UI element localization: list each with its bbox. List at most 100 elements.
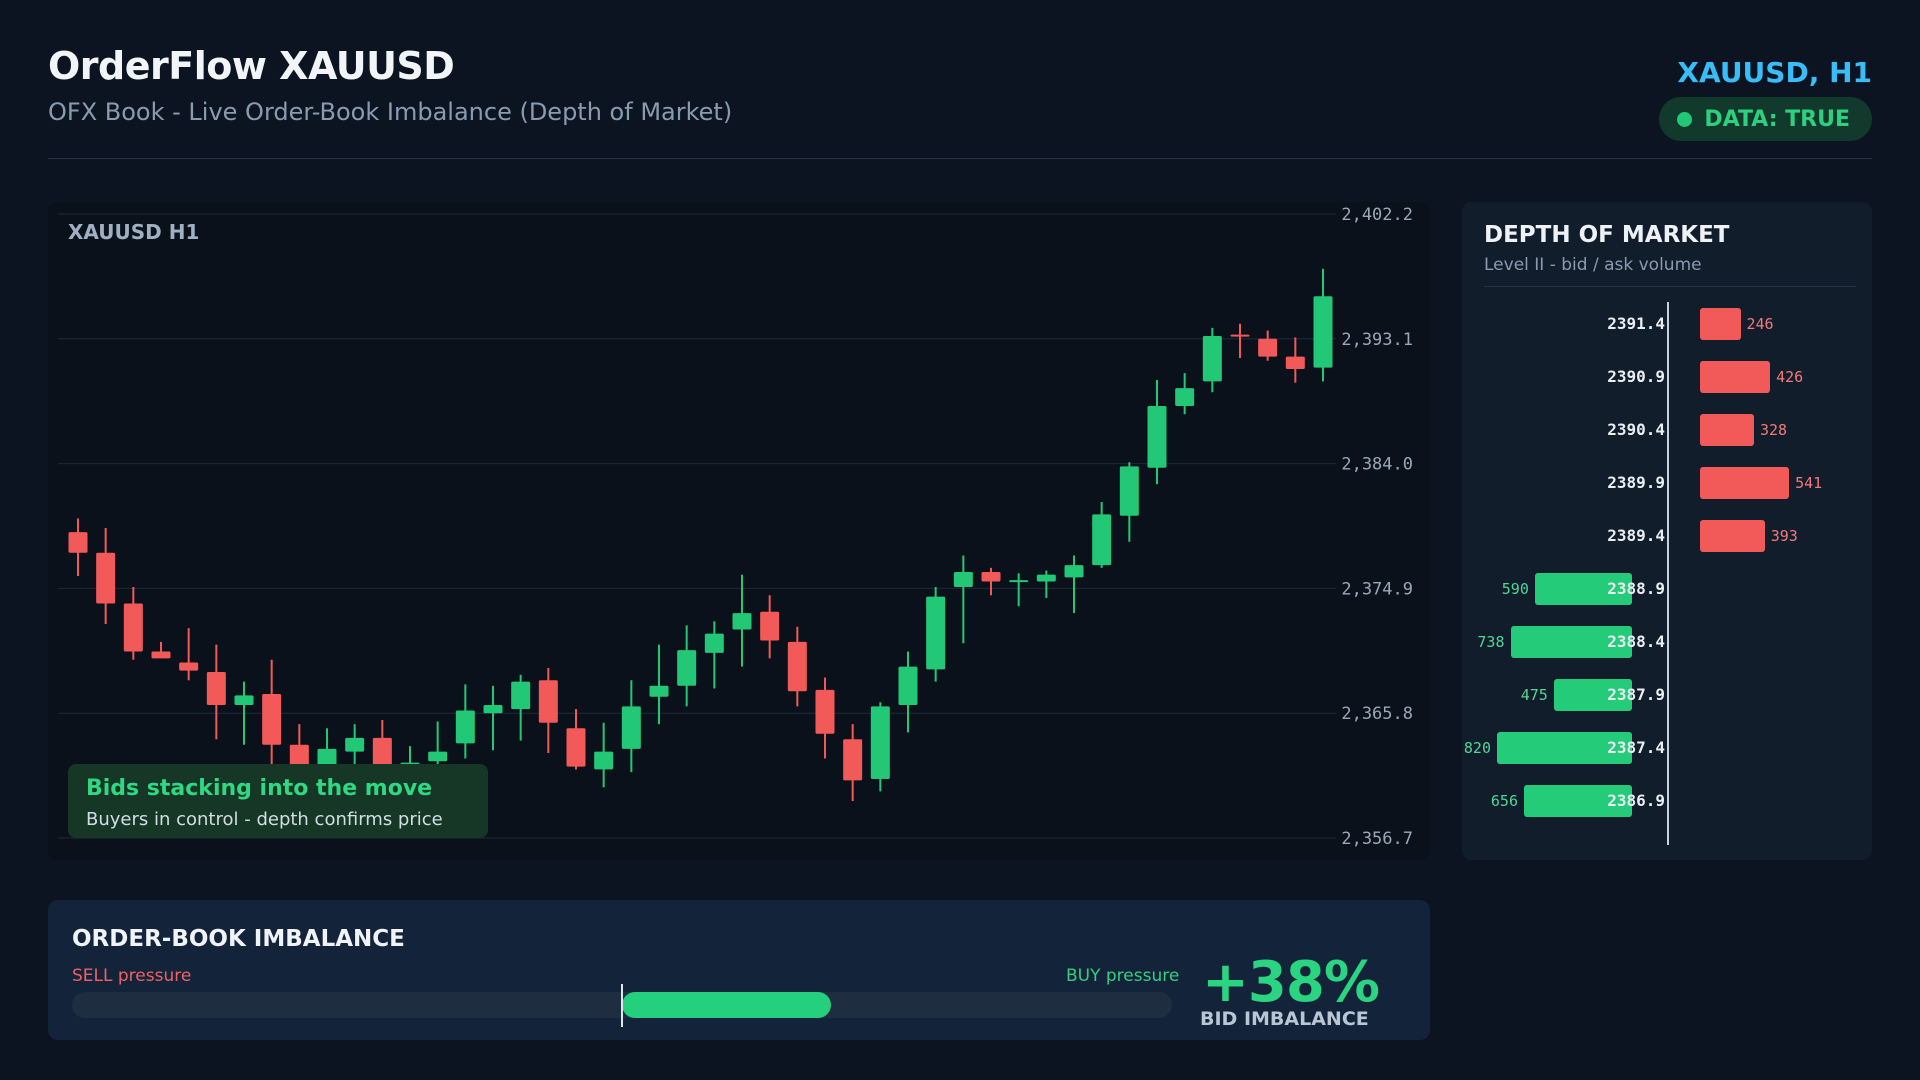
candle[interactable] bbox=[1119, 462, 1139, 542]
price-chart-panel: 2,402.2 2,393.1 2,384.0 2,374.9 2,365.8 2,356… bbox=[48, 202, 1430, 860]
candle[interactable] bbox=[649, 644, 669, 725]
candlestick-chart[interactable]: 2,402.2 2,393.1 2,384.0 2,374.9 2,365.8 2,356… bbox=[48, 202, 1430, 860]
depth-of-market-panel: DEPTH OF MARKET Level II - bid / ask vol… bbox=[1462, 202, 1872, 860]
sell-pressure-label: SELL pressure bbox=[72, 966, 192, 986]
candle[interactable] bbox=[1009, 573, 1029, 607]
candle-body bbox=[1258, 338, 1278, 357]
candle[interactable] bbox=[843, 724, 863, 801]
bid-price: 2386.9 bbox=[1607, 791, 1665, 810]
bid-volume-label: 656 bbox=[1490, 792, 1518, 810]
candle[interactable] bbox=[1202, 327, 1222, 393]
candle[interactable] bbox=[787, 626, 807, 707]
buy-pressure-label: BUY pressure bbox=[1066, 966, 1180, 986]
candle[interactable] bbox=[96, 528, 116, 625]
ask-price: 2391.4 bbox=[1607, 314, 1665, 333]
candle[interactable] bbox=[981, 567, 1001, 596]
candle[interactable] bbox=[262, 659, 282, 764]
candle[interactable] bbox=[483, 685, 503, 751]
chart-symbol-tag: XAUUSD H1 bbox=[68, 220, 200, 244]
candle-body bbox=[96, 552, 116, 604]
candle-body bbox=[815, 689, 835, 734]
dom-subtitle: Level II - bid / ask volume bbox=[1484, 255, 1702, 275]
ask-volume-bar bbox=[1700, 467, 1790, 499]
ask-volume-label: 328 bbox=[1760, 421, 1788, 439]
candle-body bbox=[234, 695, 254, 705]
annotation-card: Bids stacking into the move Buyers in co… bbox=[68, 764, 488, 838]
candle-body bbox=[123, 603, 143, 652]
candle[interactable] bbox=[621, 680, 641, 773]
annotation-subtitle: Buyers in control - depth confirms price bbox=[86, 809, 443, 830]
candle-body bbox=[1064, 565, 1084, 578]
candle[interactable] bbox=[870, 702, 890, 792]
candle[interactable] bbox=[1147, 379, 1167, 485]
candle-body bbox=[787, 641, 807, 692]
candle-body bbox=[953, 571, 973, 588]
candle-body bbox=[566, 728, 586, 767]
candle[interactable] bbox=[151, 641, 171, 659]
status-badge-label: DATA: TRUE bbox=[1704, 106, 1850, 132]
candle[interactable] bbox=[760, 595, 780, 659]
candle[interactable] bbox=[704, 621, 724, 689]
candle[interactable] bbox=[1230, 323, 1250, 358]
candle-body bbox=[1202, 336, 1222, 382]
candle-body bbox=[732, 613, 752, 630]
candle[interactable] bbox=[538, 667, 558, 753]
candle-body bbox=[1175, 388, 1195, 406]
candle-body bbox=[538, 680, 558, 723]
candle-body bbox=[1230, 334, 1250, 337]
ask-volume-bar bbox=[1700, 308, 1741, 340]
ask-price: 2390.9 bbox=[1607, 367, 1665, 386]
candle[interactable] bbox=[68, 518, 88, 577]
bid-volume-label: 738 bbox=[1477, 633, 1505, 651]
page-title: OrderFlow XAUUSD bbox=[48, 44, 455, 88]
candle[interactable] bbox=[594, 722, 614, 788]
candle[interactable] bbox=[566, 709, 586, 770]
candle-body bbox=[677, 650, 697, 686]
candle[interactable] bbox=[898, 651, 918, 733]
candle-body bbox=[345, 737, 365, 752]
candle[interactable] bbox=[511, 674, 531, 741]
imbalance-fill bbox=[622, 992, 831, 1018]
bid-price: 2387.9 bbox=[1607, 685, 1665, 704]
dom-title: DEPTH OF MARKET bbox=[1484, 222, 1730, 248]
candle[interactable] bbox=[1092, 502, 1112, 568]
imbalance-center-marker bbox=[621, 984, 623, 1027]
imbalance-value: +38% bbox=[1202, 950, 1380, 1015]
candle[interactable] bbox=[1175, 373, 1195, 415]
dashboard: OrderFlow XAUUSD OFX Book - Live Order-B… bbox=[0, 0, 1920, 1080]
candle[interactable] bbox=[1064, 555, 1084, 614]
candle-body bbox=[151, 651, 171, 659]
bid-volume-label: 820 bbox=[1463, 739, 1491, 757]
candle[interactable] bbox=[206, 644, 226, 740]
candle[interactable] bbox=[815, 677, 835, 759]
candle[interactable] bbox=[677, 625, 697, 707]
candle[interactable] bbox=[179, 628, 199, 681]
candle[interactable] bbox=[1258, 330, 1278, 361]
candle[interactable] bbox=[926, 587, 946, 682]
candle-body bbox=[68, 532, 88, 553]
candle-body bbox=[206, 672, 226, 705]
ask-price: 2389.9 bbox=[1607, 473, 1665, 492]
candle[interactable] bbox=[1313, 268, 1333, 382]
candle-body bbox=[1285, 356, 1305, 369]
page-subtitle: OFX Book - Live Order-Book Imbalance (De… bbox=[48, 98, 733, 126]
candle-body bbox=[483, 704, 503, 714]
candle-body bbox=[594, 751, 614, 770]
candle-body bbox=[843, 739, 863, 781]
candle-body bbox=[1036, 574, 1056, 582]
candle[interactable] bbox=[1036, 570, 1056, 598]
candle[interactable] bbox=[1285, 337, 1305, 383]
dom-divider bbox=[1484, 286, 1856, 287]
imbalance-caption: BID IMBALANCE bbox=[1200, 1008, 1369, 1030]
candle-body bbox=[511, 681, 531, 710]
candle[interactable] bbox=[455, 684, 475, 759]
ask-price: 2390.4 bbox=[1607, 420, 1665, 439]
candle[interactable] bbox=[123, 587, 143, 660]
status-badge: DATA: TRUE bbox=[1659, 97, 1872, 141]
y-tick-label: 2,356.7 bbox=[1341, 829, 1413, 849]
candle-body bbox=[455, 710, 475, 744]
bid-volume-label: 590 bbox=[1501, 580, 1529, 598]
ask-volume-label: 426 bbox=[1776, 368, 1804, 386]
candle[interactable] bbox=[953, 555, 973, 644]
candle-body bbox=[1092, 514, 1112, 566]
